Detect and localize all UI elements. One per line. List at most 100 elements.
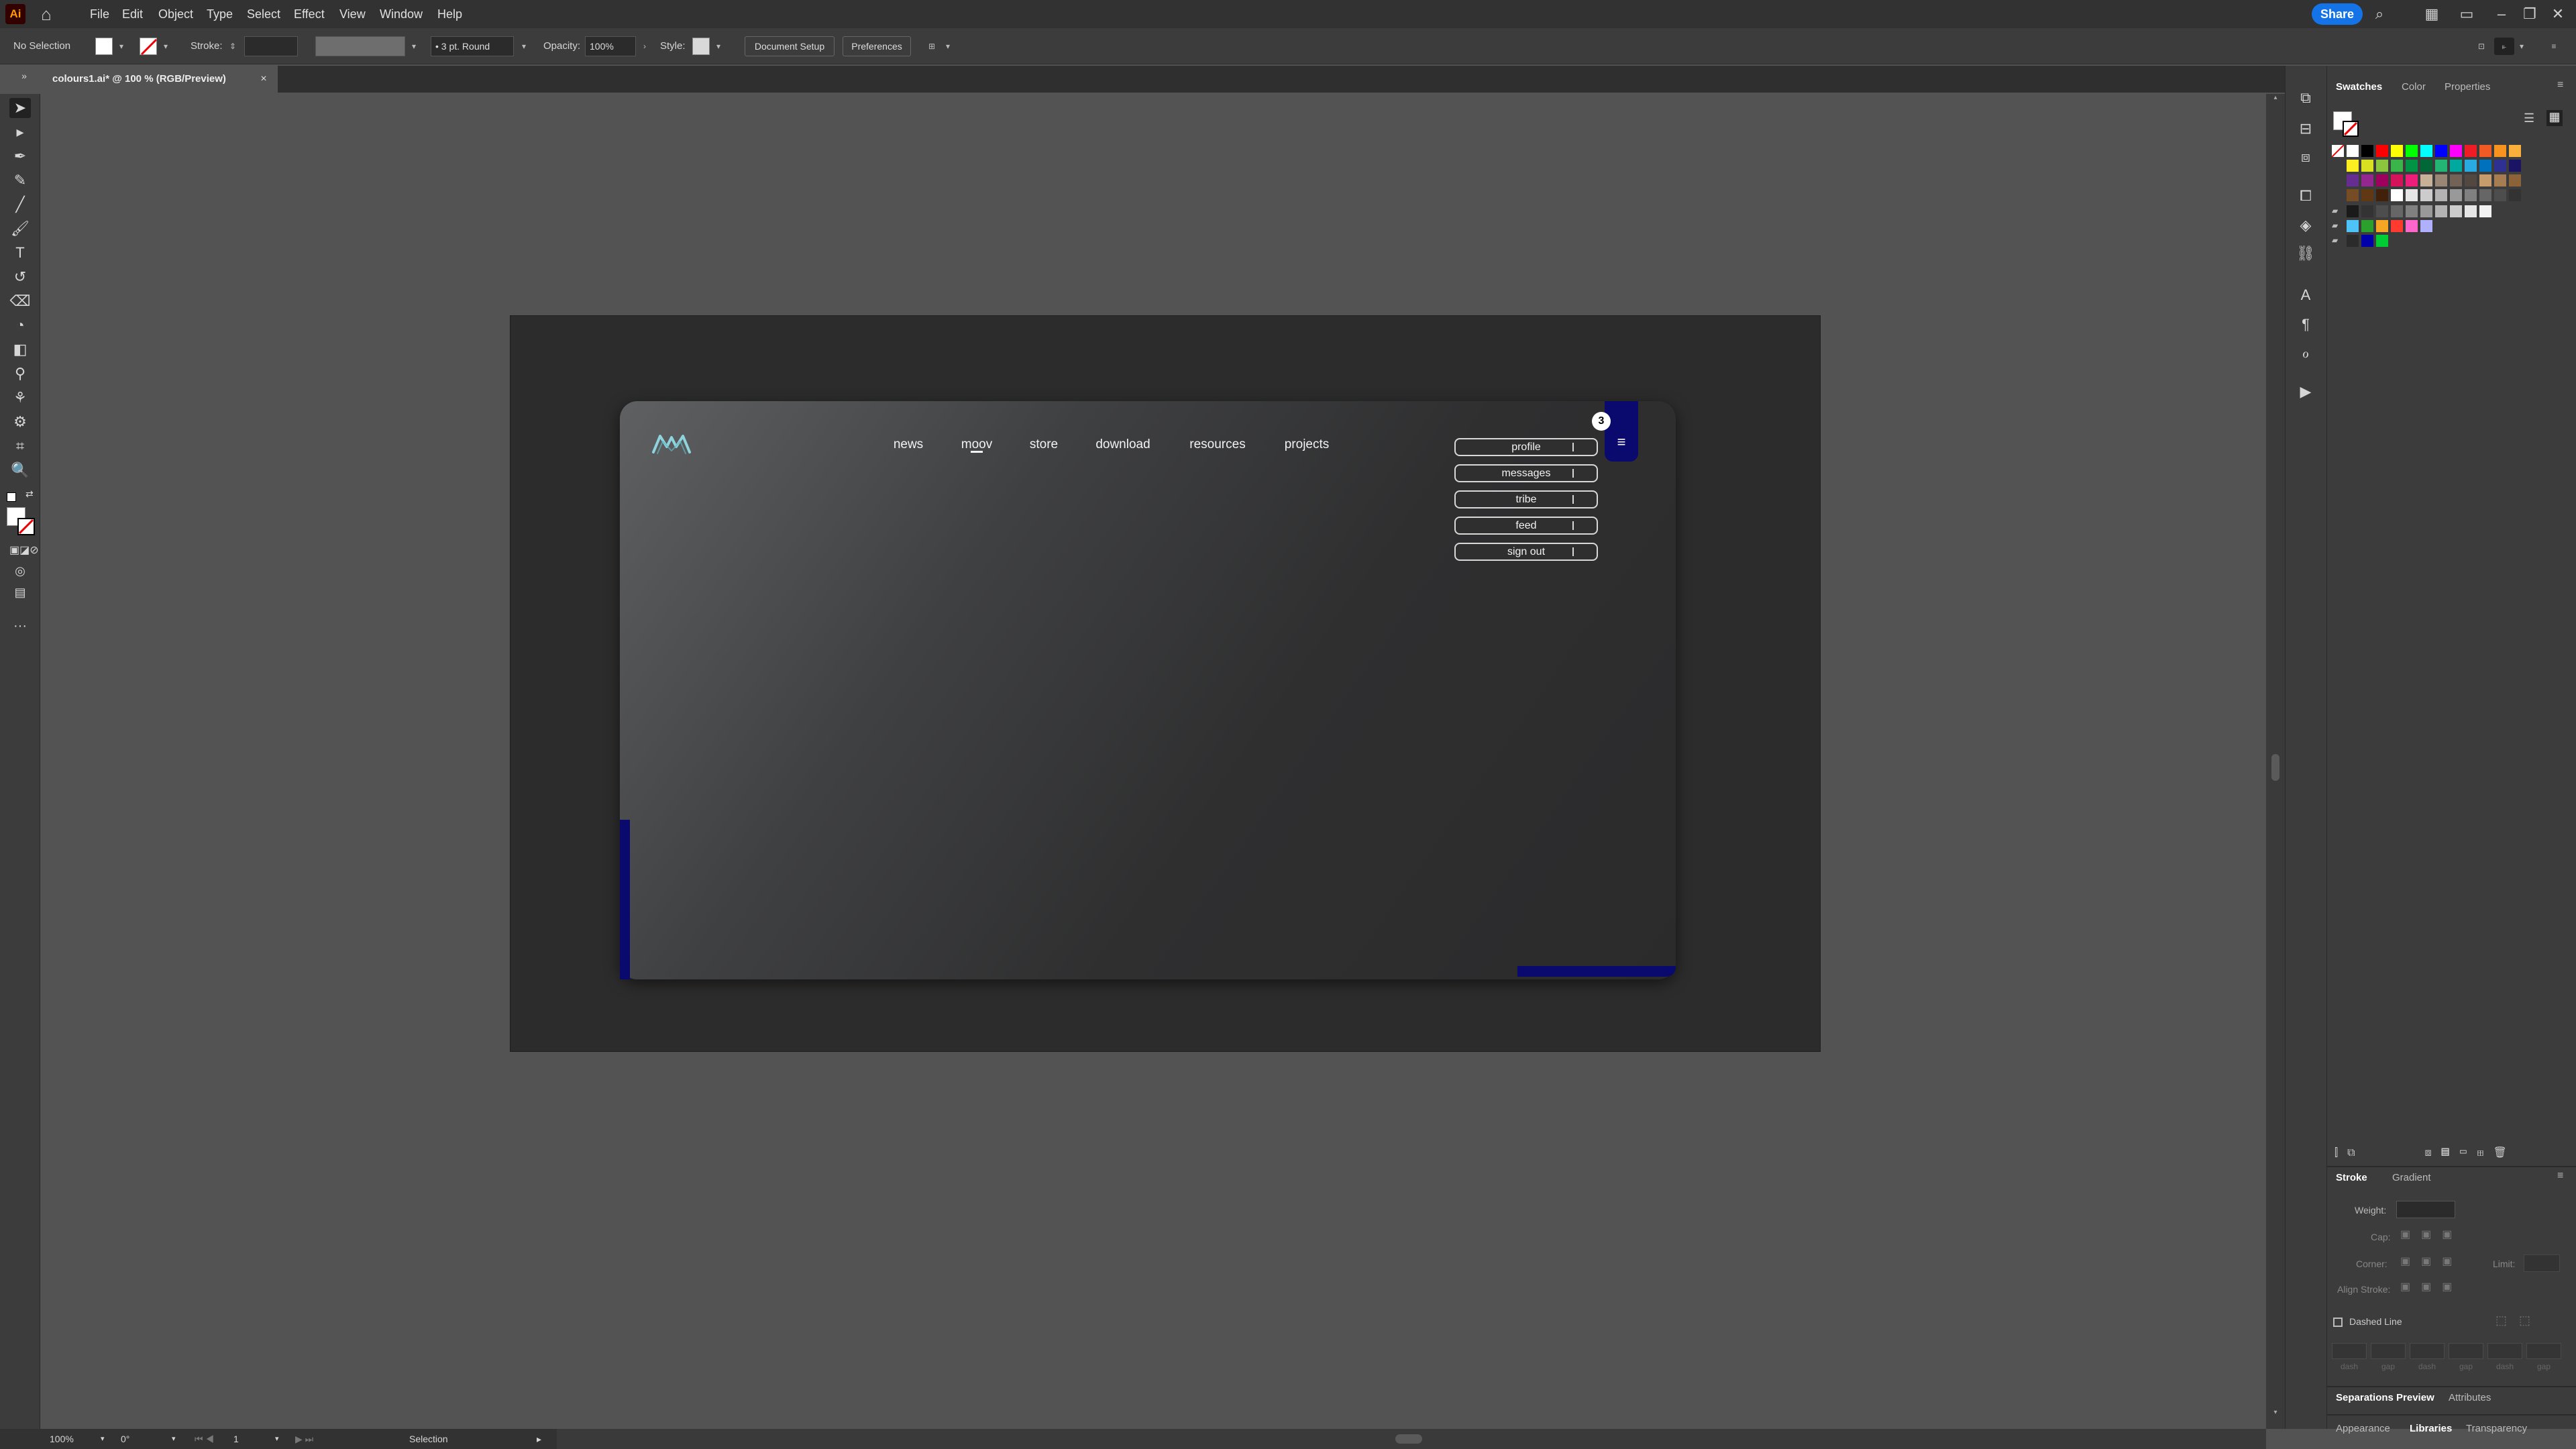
color-swatch[interactable]	[2435, 160, 2447, 172]
default-colors-icon[interactable]	[7, 492, 16, 502]
none-swatch[interactable]	[2331, 144, 2345, 158]
menu-item-feed[interactable]: feed	[1454, 517, 1598, 535]
artboard-tool-icon[interactable]: ⌗	[9, 436, 31, 456]
artboard-nav-prev-icon[interactable]: ⏮ ◀	[195, 1429, 214, 1449]
chevron-down-icon[interactable]: ▾	[160, 38, 172, 55]
gradient-tool-icon[interactable]: ◧	[9, 339, 31, 360]
folder-icon[interactable]: ▰	[2332, 206, 2344, 215]
panel-menu-icon[interactable]: ≡	[2557, 1170, 2563, 1182]
eraser-tool-icon[interactable]: ⌫	[9, 291, 31, 311]
vertical-scroll-thumb[interactable]	[2271, 754, 2279, 781]
stroke-weight-input[interactable]	[244, 36, 298, 56]
color-swatch[interactable]	[2509, 160, 2521, 172]
menu-item-messages[interactable]: messages	[1454, 464, 1598, 482]
grid-view-icon[interactable]: ▦	[2546, 110, 2563, 126]
color-swatch[interactable]	[2406, 174, 2418, 186]
color-swatch[interactable]	[2406, 220, 2418, 232]
libraries-icon[interactable]: ⧈	[2294, 146, 2317, 168]
color-swatch[interactable]	[2406, 189, 2418, 201]
dash-gap-input[interactable]	[2526, 1343, 2561, 1359]
document-setup-button[interactable]: Document Setup	[745, 36, 835, 56]
color-swatch[interactable]	[2406, 205, 2418, 217]
artboard-number[interactable]: 1	[233, 1429, 239, 1449]
nav-link-news[interactable]: news	[884, 435, 932, 455]
tab-color[interactable]: Color	[2402, 75, 2426, 99]
color-swatch[interactable]	[2450, 145, 2462, 157]
chevron-down-icon[interactable]: ▾	[2516, 38, 2528, 55]
color-swatch[interactable]	[2391, 174, 2403, 186]
color-swatch[interactable]	[2420, 205, 2432, 217]
links-icon[interactable]: ⛓	[2294, 243, 2317, 264]
stroke-swatch[interactable]	[2343, 121, 2359, 137]
color-swatch[interactable]	[2361, 174, 2373, 186]
color-swatch[interactable]	[2376, 220, 2388, 232]
color-swatch[interactable]	[2361, 145, 2373, 157]
swap-colors-icon[interactable]: ⇄	[25, 488, 36, 499]
draw-mode-icon[interactable]: ◎	[9, 561, 31, 581]
color-swatch[interactable]	[2435, 205, 2447, 217]
chevron-down-icon[interactable]: ▾	[115, 38, 127, 55]
zoom-tool-icon[interactable]: 🔍	[9, 460, 31, 480]
color-swatch[interactable]	[2509, 145, 2521, 157]
stroke-color-icon[interactable]	[17, 518, 35, 535]
type-tool-icon[interactable]: T	[9, 243, 31, 263]
swatch-panel-footer-icons[interactable]: ⫿⧉ ⧈▤▭⊞🗑	[2334, 1143, 2563, 1161]
color-swatch[interactable]	[2420, 160, 2432, 172]
color-swatch[interactable]	[2376, 205, 2388, 217]
menu-view[interactable]: View	[339, 0, 366, 28]
line-tool-icon[interactable]: ╱	[9, 195, 31, 215]
selection-tool-icon[interactable]: ➤	[9, 98, 31, 118]
stroke-swatch[interactable]	[140, 38, 158, 56]
color-swatch[interactable]	[2509, 174, 2521, 186]
chevron-down-icon[interactable]: ▾	[408, 38, 420, 55]
opentype-icon[interactable]: ℴ	[2294, 342, 2317, 364]
color-swatch[interactable]	[2406, 160, 2418, 172]
actions-play-icon[interactable]: ▶	[2294, 381, 2317, 402]
menu-type[interactable]: Type	[207, 0, 233, 28]
tab-properties[interactable]: Properties	[2445, 75, 2490, 99]
tab-gradient[interactable]: Gradient	[2392, 1166, 2431, 1190]
color-swatch[interactable]	[2494, 145, 2506, 157]
color-swatch[interactable]	[2465, 160, 2477, 172]
paintbrush-tool-icon[interactable]: 🖌	[9, 219, 31, 239]
menu-file[interactable]: File	[90, 0, 109, 28]
menu-effect[interactable]: Effect	[294, 0, 325, 28]
color-swatch[interactable]	[2406, 145, 2418, 157]
stroke-stepper[interactable]: ⇕	[227, 38, 239, 55]
character-icon[interactable]: A	[2294, 284, 2317, 306]
pathfinder-icon[interactable]: ⧠	[2294, 185, 2317, 207]
color-swatch[interactable]	[2347, 145, 2359, 157]
tab-separations-preview[interactable]: Separations Preview	[2336, 1386, 2434, 1410]
align-stroke-buttons-icon[interactable]: ▣▣▣	[2400, 1280, 2463, 1293]
color-mode-icon[interactable]: ▣◪⊘	[9, 541, 39, 561]
close-icon[interactable]: ×	[254, 66, 274, 93]
align-icon[interactable]: ⫦	[2494, 38, 2514, 55]
menu-item-profile[interactable]: profile	[1454, 438, 1598, 456]
color-swatch[interactable]	[2361, 160, 2373, 172]
asset-export-icon[interactable]: ⊟	[2294, 118, 2317, 140]
color-swatch[interactable]	[2361, 189, 2373, 201]
color-swatch[interactable]	[2347, 160, 2359, 172]
color-swatch[interactable]	[2465, 189, 2477, 201]
color-swatch[interactable]	[2494, 189, 2506, 201]
menu-edit[interactable]: Edit	[122, 0, 143, 28]
color-swatch[interactable]	[2479, 160, 2491, 172]
tab-swatches[interactable]: Swatches	[2336, 75, 2382, 99]
color-swatch[interactable]	[2347, 205, 2359, 217]
chevron-down-icon[interactable]: ▾	[942, 38, 954, 55]
color-swatch[interactable]	[2479, 189, 2491, 201]
preferences-button[interactable]: Preferences	[843, 36, 911, 56]
color-swatch[interactable]	[2494, 174, 2506, 186]
arrange-icon[interactable]: ⊞	[922, 38, 942, 55]
color-swatch[interactable]	[2509, 189, 2521, 201]
folder-icon[interactable]: ▰	[2332, 221, 2344, 230]
tab-appearance[interactable]: Appearance	[2336, 1417, 2390, 1441]
menu-item-sign-out[interactable]: sign out	[1454, 543, 1598, 561]
share-button[interactable]: Share	[2312, 3, 2363, 25]
dash-gap-input[interactable]	[2487, 1343, 2522, 1359]
color-swatch[interactable]	[2420, 189, 2432, 201]
color-swatch[interactable]	[2420, 174, 2432, 186]
search-icon[interactable]: ⌕	[2369, 4, 2390, 24]
color-swatch[interactable]	[2391, 189, 2403, 201]
current-tool-status[interactable]: Selection	[409, 1429, 448, 1449]
